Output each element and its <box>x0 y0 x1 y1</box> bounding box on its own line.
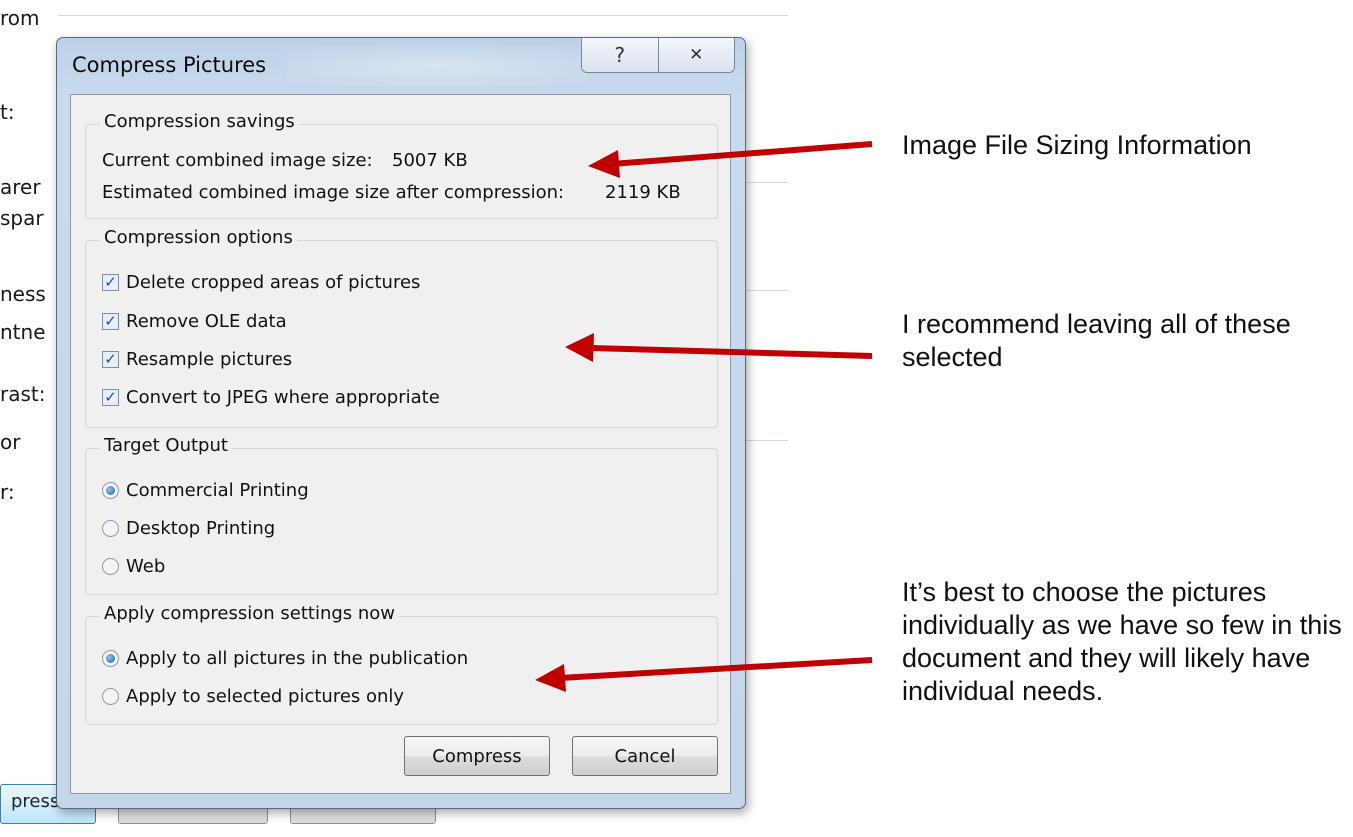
annotation-arrow-1 <box>588 141 873 178</box>
annotation-file-sizing: Image File Sizing Information <box>902 130 1252 160</box>
annotation-arrows <box>535 141 873 692</box>
annotation-leave-selected: I recommend leaving all of these selecte… <box>902 309 1291 372</box>
annotation-arrow-2 <box>565 333 873 362</box>
annotation-choose-individually: It’s best to choose the pictures individ… <box>902 577 1342 706</box>
annotation-arrow-3 <box>535 657 873 692</box>
